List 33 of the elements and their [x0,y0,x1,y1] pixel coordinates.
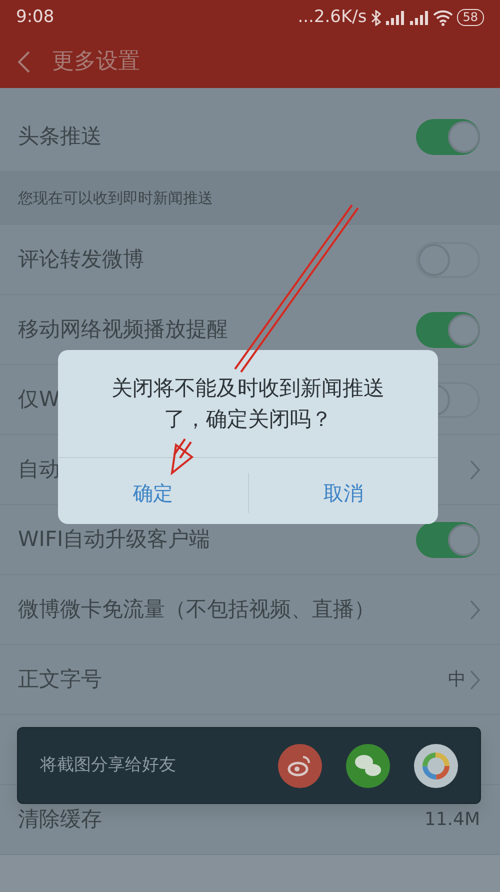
wifi-icon [432,10,453,26]
time: 9:08 [16,6,54,29]
setting-label: 头条推送 [18,122,102,150]
dialog-message: 关闭将不能及时收到新闻推送了，确定关闭吗？ [58,350,438,458]
moments-share-icon[interactable] [414,744,458,788]
setting-label: 微博微卡免流量（不包括视频、直播） [18,596,375,623]
toggle-switch[interactable] [416,118,480,154]
page-title: 更多设置 [52,48,140,76]
signal-icon [408,10,429,24]
toggle-switch[interactable] [416,312,480,348]
chevron-icon [470,600,480,620]
chevron-icon [470,670,480,690]
toggle-switch[interactable] [416,522,480,558]
battery-level: 58 [456,9,484,26]
setting-hint: 您现在可以收到即时新闻推送 [18,188,213,210]
wechat-share-icon[interactable] [346,744,390,788]
signal-icon [384,10,405,24]
dialog-button[interactable]: 取消 [248,458,438,528]
setting-label: WIFI自动升级客户端 [18,526,210,553]
chevron-icon [470,460,480,480]
setting-value: 中 [448,668,466,692]
dialog-button[interactable]: 确定 [58,458,248,528]
setting-label: 仅W [18,386,60,413]
network-speed: ...2.6K/s [298,6,367,29]
setting-label: 评论转发微博 [18,246,144,273]
weibo-share-icon[interactable] [278,744,322,788]
setting-label: 正文字号 [18,666,102,693]
back-icon[interactable] [18,50,30,72]
share-prompt: 将截图分享给好友 [40,754,176,777]
bluetooth-icon [370,10,381,26]
setting-value: 11.4M [424,808,480,832]
setting-label: 清除缓存 [18,806,102,833]
setting-label: 移动网络视频播放提醒 [18,316,228,343]
